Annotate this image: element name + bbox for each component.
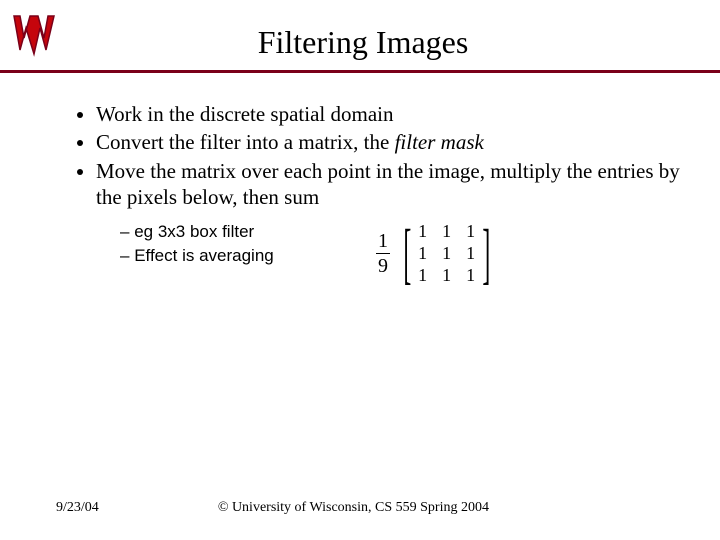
footer-copyright: © University of Wisconsin, CS 559 Spring… bbox=[99, 500, 664, 516]
sub-bullet-item: Effect is averaging bbox=[120, 244, 360, 268]
main-bullet-list: Work in the discrete spatial domain Conv… bbox=[40, 101, 680, 210]
matrix-cell: 1 bbox=[411, 221, 435, 242]
right-bracket-icon: ] bbox=[482, 223, 490, 283]
footer-date: 9/23/04 bbox=[56, 500, 99, 516]
matrix-cell: 1 bbox=[411, 243, 435, 264]
bullet-text: Convert the filter into a matrix, the bbox=[96, 130, 395, 154]
matrix-cell: 1 bbox=[411, 265, 435, 286]
matrix-grid: 1 1 1 1 1 1 1 1 1 bbox=[411, 220, 483, 286]
bullet-item: Convert the filter into a matrix, the fi… bbox=[96, 129, 680, 155]
matrix-cell: 1 bbox=[435, 243, 459, 264]
slide-content: Work in the discrete spatial domain Conv… bbox=[0, 73, 720, 286]
matrix-cell: 1 bbox=[459, 221, 483, 242]
matrix-cell: 1 bbox=[435, 265, 459, 286]
wisconsin-logo bbox=[10, 10, 58, 62]
fraction-denominator: 9 bbox=[376, 256, 390, 276]
filter-matrix-equation: 1 9 [ 1 1 1 1 1 1 1 1 1 ] bbox=[376, 220, 497, 286]
matrix-cell: 1 bbox=[435, 221, 459, 242]
fraction-numerator: 1 bbox=[376, 231, 390, 251]
matrix-cell: 1 bbox=[459, 243, 483, 264]
emphasis-text: filter mask bbox=[395, 130, 484, 154]
bullet-item: Work in the discrete spatial domain bbox=[96, 101, 680, 127]
fraction: 1 9 bbox=[376, 231, 390, 276]
fraction-bar bbox=[376, 253, 390, 254]
matrix-cell: 1 bbox=[459, 265, 483, 286]
sub-bullet-item: eg 3x3 box filter bbox=[120, 220, 360, 244]
sub-bullet-list: eg 3x3 box filter Effect is averaging bbox=[40, 220, 360, 268]
bullet-item: Move the matrix over each point in the i… bbox=[96, 158, 680, 211]
slide-footer: 9/23/04 © University of Wisconsin, CS 55… bbox=[0, 500, 720, 516]
slide-title: Filtering Images bbox=[66, 10, 700, 61]
left-bracket-icon: [ bbox=[403, 223, 411, 283]
